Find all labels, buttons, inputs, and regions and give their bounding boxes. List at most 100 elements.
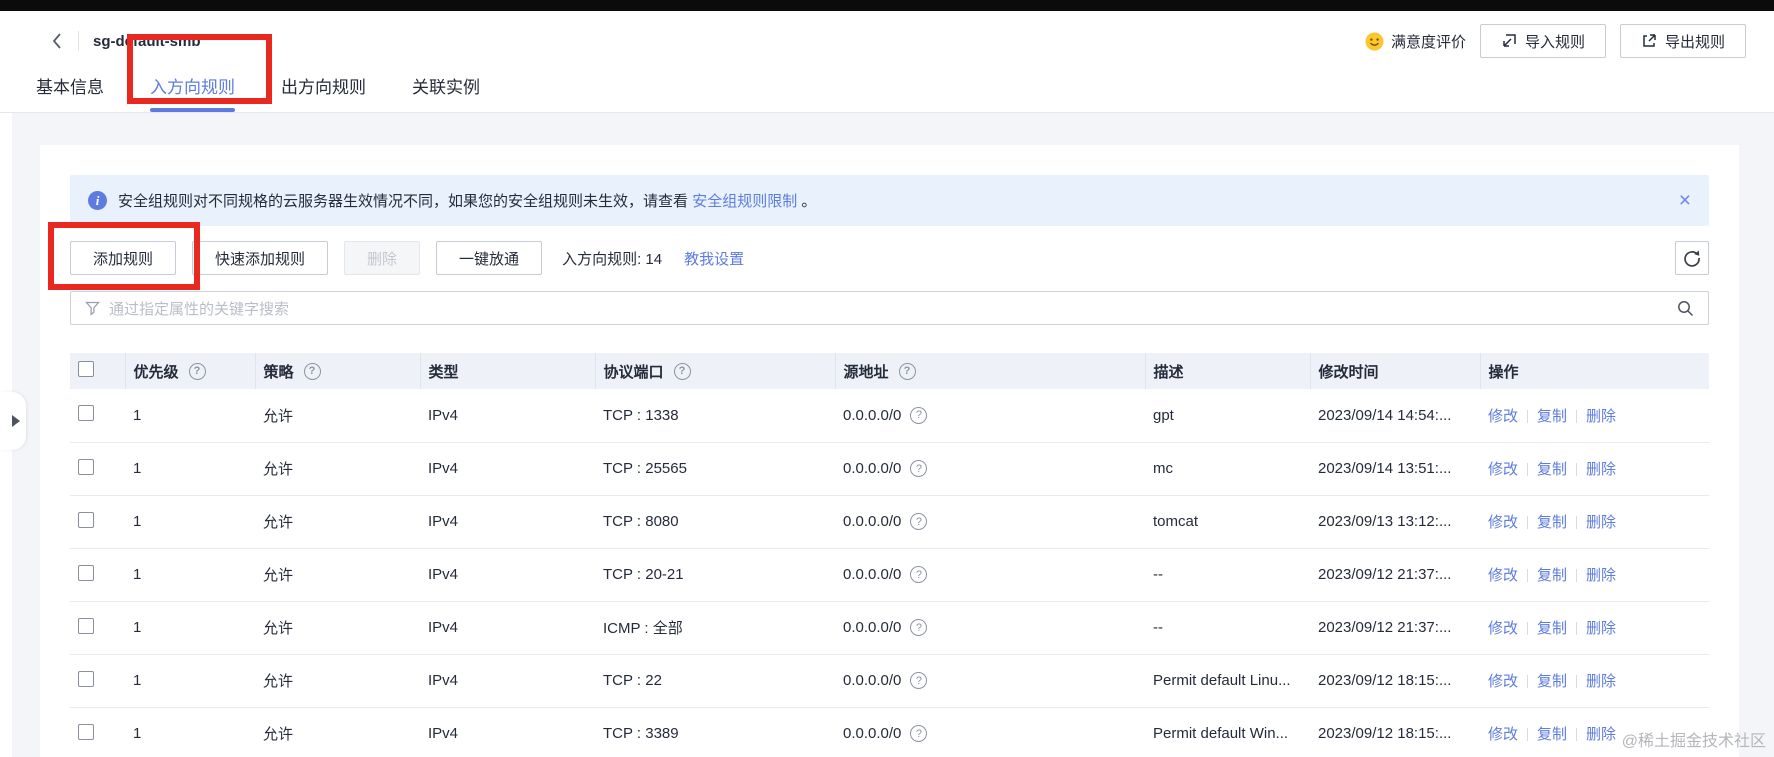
delete-link[interactable]: 删除 (1586, 514, 1616, 531)
delete-link[interactable]: 删除 (1586, 408, 1616, 425)
row-checkbox[interactable] (78, 723, 94, 740)
help-icon[interactable]: ? (910, 460, 928, 477)
help-icon[interactable]: ? (910, 672, 928, 689)
copy-link[interactable]: 复制 (1537, 408, 1567, 425)
search-placeholder: 通过指定属性的关键字搜索 (109, 300, 290, 318)
page-title: sg-default-smb (93, 32, 201, 50)
divider (1527, 728, 1529, 741)
cell-type: IPv4 (420, 601, 595, 655)
refresh-icon (1684, 250, 1700, 267)
help-icon[interactable]: ? (910, 566, 928, 583)
table-row: 1 允许 IPv4 ICMP : 全部 0.0.0.0/0? -- 2023/09/12 2… (70, 601, 1709, 655)
cell-modified-time: 2023/09/14 13:51:... (1310, 442, 1480, 496)
divider (1527, 622, 1529, 635)
delete-button[interactable]: 删除 (344, 241, 421, 275)
row-checkbox[interactable] (78, 564, 94, 581)
modify-link[interactable]: 修改 (1488, 514, 1518, 531)
help-icon[interactable]: ? (188, 362, 206, 380)
tab-基本信息[interactable]: 基本信息 (36, 73, 104, 112)
column-header-操作: 操作 (1480, 353, 1709, 389)
modify-link[interactable]: 修改 (1488, 408, 1518, 425)
row-checkbox[interactable] (78, 405, 94, 422)
select-all-checkbox[interactable] (78, 361, 94, 377)
smiley-icon (1365, 32, 1384, 50)
help-icon[interactable]: ? (303, 362, 321, 380)
window-top-bar (0, 0, 1774, 11)
tab-bar: 基本信息 入方向规则 出方向规则 关联实例 (0, 73, 480, 112)
tab-关联实例[interactable]: 关联实例 (412, 73, 480, 112)
column-label: 修改时间 (1318, 363, 1379, 381)
table-row: 1 允许 IPv4 TCP : 20-21 0.0.0.0/0? -- 2023/09/12… (70, 548, 1709, 602)
chevron-right-icon (12, 415, 20, 427)
column-label: 协议端口 (603, 363, 664, 381)
help-icon[interactable]: ? (910, 725, 928, 742)
satisfaction-feedback[interactable]: 满意度评价 (1365, 31, 1466, 52)
delete-link[interactable]: 删除 (1586, 673, 1616, 690)
allow-all-button[interactable]: 一键放通 (436, 241, 543, 275)
add-rule-button[interactable]: 添加规则 (70, 241, 177, 275)
copy-link[interactable]: 复制 (1537, 620, 1567, 637)
cell-description: Permit default Win... (1145, 707, 1310, 757)
row-checkbox[interactable] (78, 458, 94, 475)
cell-source: 0.0.0.0/0 (843, 725, 902, 742)
delete-link[interactable]: 删除 (1586, 726, 1616, 743)
column-header-描述: 描述 (1145, 353, 1311, 389)
satisfaction-label: 满意度评价 (1390, 33, 1466, 51)
copy-link[interactable]: 复制 (1537, 461, 1567, 478)
banner-suffix: 。 (801, 193, 817, 210)
cell-source: 0.0.0.0/0 (843, 460, 902, 477)
delete-link[interactable]: 删除 (1586, 461, 1616, 478)
column-header-修改时间: 修改时间 (1310, 353, 1481, 389)
cell-description: -- (1145, 548, 1310, 602)
quick-add-rule-button[interactable]: 快速添加规则 (192, 241, 329, 275)
row-checkbox[interactable] (78, 617, 94, 634)
export-rules-button[interactable]: 导出规则 (1619, 24, 1746, 58)
copy-link[interactable]: 复制 (1537, 514, 1567, 531)
cell-modified-time: 2023/09/12 21:37:... (1310, 601, 1480, 655)
cell-source: 0.0.0.0/0 (843, 513, 902, 530)
modify-link[interactable]: 修改 (1488, 461, 1518, 478)
modify-link[interactable]: 修改 (1488, 673, 1518, 690)
help-icon[interactable]: ? (673, 362, 691, 380)
row-checkbox[interactable] (78, 511, 94, 528)
import-rules-button[interactable]: 导入规则 (1479, 24, 1606, 58)
cell-description: gpt (1145, 389, 1310, 443)
table-row: 1 允许 IPv4 TCP : 1338 0.0.0.0/0? gpt 2023/09/14… (70, 389, 1709, 443)
help-icon[interactable]: ? (910, 619, 928, 636)
tab-入方向规则[interactable]: 入方向规则 (150, 73, 235, 112)
panel-expand-handle[interactable] (0, 392, 26, 450)
modify-link[interactable]: 修改 (1488, 620, 1518, 637)
column-label: 优先级 (133, 363, 179, 381)
cell-source: 0.0.0.0/0 (843, 406, 902, 424)
help-icon[interactable]: ? (910, 406, 928, 424)
teach-me-link[interactable]: 教我设置 (684, 248, 744, 269)
sg-rule-limit-link[interactable]: 安全组规则限制 (692, 193, 797, 210)
column-header-类型: 类型 (420, 353, 596, 389)
delete-link[interactable]: 删除 (1586, 620, 1616, 637)
workspace: i 安全组规则对不同规格的云服务器生效情况不同，如果您的安全组规则未生效，请查看… (0, 113, 1774, 757)
column-header-策略: 策略? (255, 353, 421, 389)
banner-close-icon[interactable]: × (1679, 190, 1691, 211)
column-label: 操作 (1488, 363, 1519, 381)
cell-modified-time: 2023/09/12 21:37:... (1310, 548, 1480, 602)
help-icon[interactable]: ? (898, 362, 916, 380)
help-icon[interactable]: ? (910, 513, 928, 530)
refresh-button[interactable] (1675, 241, 1709, 275)
delete-link[interactable]: 删除 (1586, 567, 1616, 584)
modify-link[interactable]: 修改 (1488, 567, 1518, 584)
header-select-all (70, 353, 126, 389)
cell-protocol: TCP : 25565 (595, 442, 835, 496)
search-input[interactable]: 通过指定属性的关键字搜索 (70, 291, 1709, 325)
modify-link[interactable]: 修改 (1488, 726, 1518, 743)
table-row: 1 允许 IPv4 TCP : 3389 0.0.0.0/0? Permit defaul… (70, 707, 1709, 757)
cell-priority: 1 (125, 654, 255, 708)
copy-link[interactable]: 复制 (1537, 673, 1567, 690)
column-label: 策略 (263, 363, 294, 381)
back-button[interactable] (46, 30, 68, 52)
search-icon[interactable] (1677, 300, 1694, 317)
copy-link[interactable]: 复制 (1537, 726, 1567, 743)
tab-出方向规则[interactable]: 出方向规则 (281, 73, 366, 112)
cell-description: -- (1145, 601, 1310, 655)
row-checkbox[interactable] (78, 670, 94, 687)
copy-link[interactable]: 复制 (1537, 567, 1567, 584)
